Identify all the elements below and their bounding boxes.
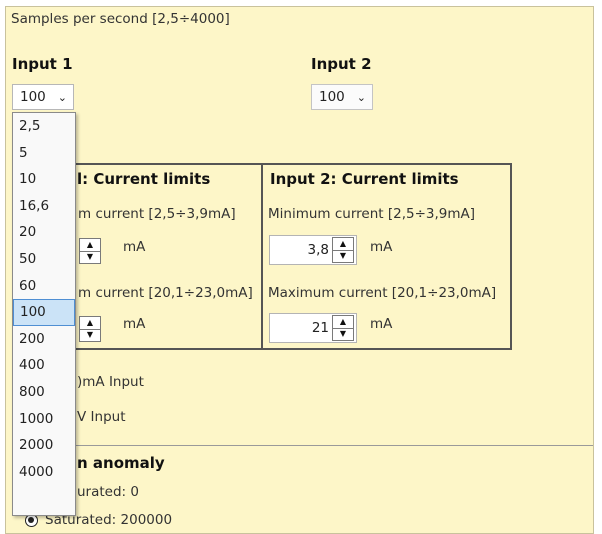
- rate-dropdown-list[interactable]: 2,5 5 10 16,6 20 50 60 100 200 400 800 1000 2000 4000: [12, 112, 76, 516]
- dropdown-option[interactable]: 1000: [13, 406, 75, 433]
- input2-min-unit: mA: [370, 239, 393, 255]
- dropdown-option[interactable]: 20: [13, 219, 75, 246]
- input2-rate-select[interactable]: 100 ⌄: [311, 84, 373, 110]
- dropdown-option[interactable]: 4000: [13, 459, 75, 486]
- input2-min-spinner[interactable]: ▲ ▼: [332, 237, 354, 263]
- input1-title: Input 1: [12, 55, 73, 73]
- input1-rate-select[interactable]: 100 ⌄: [12, 84, 74, 110]
- dropdown-option[interactable]: 10: [13, 166, 75, 193]
- chevron-down-icon: ⌄: [356, 90, 366, 104]
- input1-rate-value: 100: [20, 89, 46, 105]
- input1-max-spinner[interactable]: ▲ ▼: [79, 316, 101, 342]
- anomaly-divider: [66, 445, 593, 446]
- dropdown-option[interactable]: 60: [13, 273, 75, 300]
- v-input-option-label[interactable]: V Input: [77, 409, 125, 425]
- dropdown-option[interactable]: 16,6: [13, 193, 75, 220]
- anomaly-option1-label[interactable]: urated: 0: [77, 484, 139, 500]
- input2-max-unit: mA: [370, 316, 393, 332]
- samples-per-second-label: Samples per second [2,5÷4000]: [11, 11, 230, 27]
- input2-max-label: Maximum current [20,1÷23,0mA]: [268, 285, 497, 301]
- spin-up-icon[interactable]: ▲: [333, 316, 353, 328]
- spin-up-icon[interactable]: ▲: [80, 239, 100, 251]
- input2-limits-title: Input 2: Current limits: [270, 170, 459, 188]
- spin-down-icon[interactable]: ▼: [80, 250, 100, 264]
- input1-min-unit: mA: [123, 239, 146, 255]
- spin-up-icon[interactable]: ▲: [333, 238, 353, 250]
- dropdown-option[interactable]: 50: [13, 246, 75, 273]
- spin-up-icon[interactable]: ▲: [80, 317, 100, 329]
- input2-min-value: 3,8: [307, 242, 329, 258]
- input2-max-value: 21: [311, 320, 329, 336]
- input1-max-label: m current [20,1÷23,0mA]: [78, 285, 253, 301]
- spin-down-icon[interactable]: ▼: [80, 328, 100, 342]
- input1-min-label: m current [2,5÷3,9mA]: [78, 206, 236, 222]
- dropdown-option[interactable]: 100: [13, 299, 75, 326]
- input2-min-label: Minimum current [2,5÷3,9mA]: [268, 206, 476, 222]
- ma-input-option-label[interactable]: )mA Input: [77, 374, 144, 390]
- input1-min-spinner[interactable]: ▲ ▼: [79, 238, 101, 264]
- chevron-down-icon: ⌄: [57, 90, 67, 104]
- settings-panel: Samples per second [2,5÷4000] Input 1 In…: [5, 6, 594, 534]
- dropdown-option[interactable]: 200: [13, 326, 75, 353]
- input2-rate-value: 100: [319, 89, 345, 105]
- input1-max-unit: mA: [123, 316, 146, 332]
- input2-title: Input 2: [311, 55, 372, 73]
- dropdown-option[interactable]: 400: [13, 352, 75, 379]
- input2-max-spinner[interactable]: ▲ ▼: [332, 315, 354, 341]
- dropdown-option[interactable]: 2000: [13, 432, 75, 459]
- dropdown-option[interactable]: 2,5: [13, 113, 75, 140]
- spin-down-icon[interactable]: ▼: [333, 327, 353, 341]
- input1-limits-title: l: Current limits: [77, 170, 211, 188]
- anomaly-title: n anomaly: [77, 454, 165, 472]
- spin-down-icon[interactable]: ▼: [333, 249, 353, 263]
- dropdown-option[interactable]: 800: [13, 379, 75, 406]
- dropdown-option[interactable]: 5: [13, 140, 75, 167]
